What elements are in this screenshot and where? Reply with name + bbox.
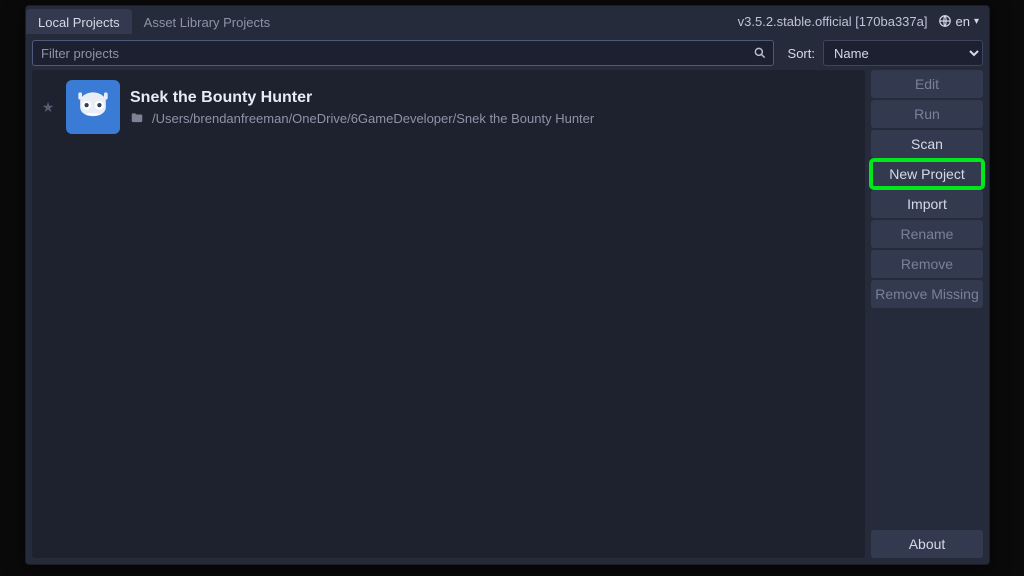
topbar-tabs: Local Projects Asset Library Projects xyxy=(26,9,282,34)
godot-robot-icon xyxy=(71,85,115,129)
run-button[interactable]: Run xyxy=(871,100,983,128)
sidebar: Edit Run Scan New Project Import Rename … xyxy=(871,70,989,564)
project-title: Snek the Bounty Hunter xyxy=(130,89,594,107)
filter-row: Sort: Name xyxy=(26,36,989,70)
topbar: Local Projects Asset Library Projects v3… xyxy=(26,6,989,36)
rename-button[interactable]: Rename xyxy=(871,220,983,248)
import-button[interactable]: Import xyxy=(871,190,983,218)
language-picker[interactable]: en ▾ xyxy=(938,14,980,29)
search-icon xyxy=(753,46,767,60)
project-item[interactable]: ★ Snek the Bounty Hunter xyxy=(32,70,865,144)
folder-icon xyxy=(130,111,144,125)
tab-label: Asset Library Projects xyxy=(144,15,270,30)
new-project-button[interactable]: New Project xyxy=(871,160,983,188)
language-code: en xyxy=(956,14,970,29)
project-icon xyxy=(66,80,120,134)
favorite-star-icon[interactable]: ★ xyxy=(40,99,56,116)
version-label: v3.5.2.stable.official [170ba337a] xyxy=(738,14,928,29)
search-input-wrap xyxy=(32,40,774,66)
remove-missing-button[interactable]: Remove Missing xyxy=(871,280,983,308)
chevron-down-icon: ▾ xyxy=(974,16,979,27)
tab-local-projects[interactable]: Local Projects xyxy=(26,9,132,34)
sort-label: Sort: xyxy=(788,46,815,61)
tab-label: Local Projects xyxy=(38,15,120,30)
project-path: /Users/brendanfreeman/OneDrive/6GameDeve… xyxy=(152,111,594,126)
project-manager-window: Local Projects Asset Library Projects v3… xyxy=(25,5,990,565)
about-button[interactable]: About xyxy=(871,530,983,558)
project-list[interactable]: ★ Snek the Bounty Hunter xyxy=(32,70,865,558)
filter-projects-input[interactable] xyxy=(33,42,773,65)
sort-select[interactable]: Name xyxy=(823,40,983,66)
remove-button[interactable]: Remove xyxy=(871,250,983,278)
main-row: ★ Snek the Bounty Hunter xyxy=(26,70,989,564)
tab-asset-library-projects[interactable]: Asset Library Projects xyxy=(132,9,282,34)
project-path-row: /Users/brendanfreeman/OneDrive/6GameDeve… xyxy=(130,111,594,126)
edit-button[interactable]: Edit xyxy=(871,70,983,98)
project-meta: Snek the Bounty Hunter /Users/brendanfre… xyxy=(130,89,594,126)
globe-icon xyxy=(938,14,952,28)
scan-button[interactable]: Scan xyxy=(871,130,983,158)
